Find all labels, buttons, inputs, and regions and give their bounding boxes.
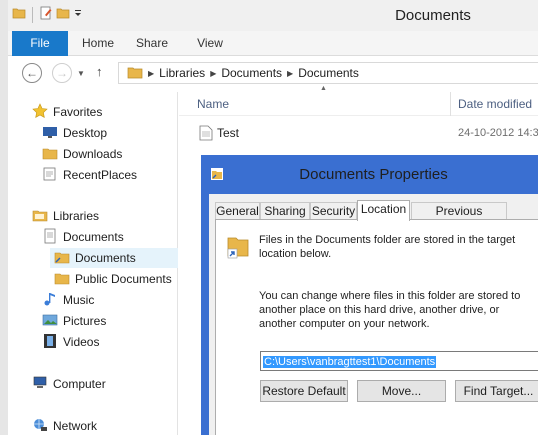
- libraries-icon: [32, 207, 48, 226]
- nav-label: Documents: [63, 230, 124, 244]
- forward-button[interactable]: →: [52, 63, 72, 83]
- nav-desktop[interactable]: Desktop: [42, 123, 107, 143]
- nav-label: Desktop: [63, 126, 108, 140]
- column-header-date-modified[interactable]: Date modified: [458, 97, 532, 111]
- address-bar[interactable]: ▶ Libraries ▶ Documents ▶ Documents: [118, 62, 538, 84]
- location-path-value: C:\Users\vanbragttest1\Documents: [263, 356, 437, 368]
- nav-label: Libraries: [53, 209, 100, 223]
- nav-label: Favorites: [53, 105, 103, 119]
- tab-share[interactable]: Share: [132, 31, 172, 56]
- nav-documents-library[interactable]: Documents: [42, 227, 124, 247]
- recent-places-icon: [42, 166, 58, 185]
- nav-network[interactable]: Network: [32, 416, 97, 435]
- nav-label: Music: [63, 293, 95, 307]
- computer-icon: [32, 375, 48, 394]
- recent-locations-button[interactable]: ▼: [77, 69, 85, 78]
- move-button[interactable]: Move...: [357, 380, 446, 402]
- file-row[interactable]: Test 24-10-2012 14:36: [179, 122, 538, 144]
- breadcrumb-documents-folder[interactable]: Documents: [298, 66, 359, 80]
- tab-security[interactable]: Security: [310, 202, 357, 220]
- location-path-input[interactable]: C:\Users\vanbragttest1\Documents: [260, 351, 538, 371]
- desktop-icon: [42, 124, 58, 143]
- nav-label: Documents: [75, 251, 136, 265]
- folder-shortcut-icon: [226, 232, 250, 263]
- nav-label: Public Documents: [75, 272, 172, 286]
- nav-public-documents[interactable]: Public Documents: [54, 269, 172, 289]
- dialog-body: General Sharing Security Location Previo…: [209, 194, 538, 435]
- file-date-modified: 24-10-2012 14:36: [458, 127, 538, 139]
- nav-libraries[interactable]: Libraries: [32, 206, 99, 226]
- back-button[interactable]: ←: [22, 63, 42, 83]
- column-header-row: Name Date modified: [179, 92, 538, 116]
- text-file-icon: [199, 125, 213, 144]
- documents-library-icon: [42, 228, 58, 247]
- title-bar: Documents: [8, 0, 538, 31]
- library-icon: [127, 65, 143, 82]
- dialog-title: Documents Properties: [299, 166, 448, 183]
- ribbon-tabs: File Home Share View: [8, 31, 538, 56]
- tab-location[interactable]: Location: [357, 200, 410, 221]
- properties-dialog: Documents Properties General Sharing Sec…: [201, 155, 538, 435]
- star-icon: [32, 102, 48, 122]
- window-title: Documents: [395, 7, 471, 24]
- up-button[interactable]: ↑: [96, 64, 103, 79]
- column-divider[interactable]: [450, 92, 451, 116]
- tab-general[interactable]: General: [215, 202, 260, 220]
- nav-music[interactable]: Music: [42, 290, 94, 310]
- column-header-name[interactable]: Name: [197, 97, 229, 111]
- nav-label: RecentPlaces: [63, 168, 138, 182]
- location-instructions: You can change where files in this folde…: [259, 290, 521, 330]
- find-target-button[interactable]: Find Target...: [455, 380, 538, 402]
- network-icon: [32, 417, 48, 435]
- folder-icon: [54, 249, 70, 268]
- nav-favorites[interactable]: Favorites: [32, 102, 102, 122]
- breadcrumb-libraries[interactable]: Libraries: [159, 66, 205, 80]
- navigation-pane: Favorites Desktop Downloads RecentPlaces…: [8, 92, 178, 435]
- breadcrumb-arrow-icon[interactable]: ▶: [210, 69, 216, 78]
- nav-label: Network: [53, 419, 98, 433]
- tab-sharing[interactable]: Sharing: [260, 202, 310, 220]
- nav-downloads[interactable]: Downloads: [42, 144, 122, 164]
- nav-videos[interactable]: Videos: [42, 332, 99, 352]
- nav-documents-folder[interactable]: Documents: [50, 248, 178, 268]
- downloads-folder-icon: [42, 145, 58, 164]
- nav-pictures[interactable]: Pictures: [42, 311, 106, 331]
- nav-recent-places[interactable]: RecentPlaces: [42, 165, 137, 185]
- arrow-right-icon: →: [56, 66, 68, 80]
- folder-icon: [54, 270, 70, 289]
- tab-home[interactable]: Home: [78, 31, 118, 56]
- videos-icon: [42, 333, 58, 352]
- nav-label: Videos: [63, 335, 100, 349]
- breadcrumb-arrow-icon[interactable]: ▶: [148, 69, 154, 78]
- nav-label: Downloads: [63, 147, 123, 161]
- breadcrumb-documents[interactable]: Documents: [221, 66, 282, 80]
- dialog-title-bar[interactable]: Documents Properties: [201, 155, 538, 194]
- nav-label: Computer: [53, 377, 106, 391]
- chevron-down-icon: ▼: [77, 69, 85, 78]
- location-tab-panel: Files in the Documents folder are stored…: [215, 219, 538, 435]
- nav-computer[interactable]: Computer: [32, 374, 106, 394]
- music-icon: [42, 291, 58, 310]
- sort-indicator-icon: ▲: [320, 85, 327, 92]
- file-name: Test: [217, 126, 240, 140]
- tab-file[interactable]: File: [12, 31, 68, 56]
- pictures-icon: [42, 312, 58, 331]
- arrow-left-icon: ←: [26, 66, 38, 80]
- tab-previous-versions[interactable]: Previous Versions: [411, 202, 507, 234]
- explorer-window: Documents File Home Share View ← → ▼ ↑ ▶…: [0, 0, 538, 435]
- tab-view[interactable]: View: [190, 31, 230, 56]
- restore-default-button[interactable]: Restore Default: [260, 380, 348, 402]
- location-description: Files in the Documents folder are stored…: [259, 234, 516, 260]
- arrow-up-icon: ↑: [96, 64, 103, 79]
- nav-label: Pictures: [63, 314, 107, 328]
- breadcrumb-arrow-icon[interactable]: ▶: [287, 69, 293, 78]
- navigation-bar: ← → ▼ ↑ ▶ Libraries ▶ Documents ▶ Docume…: [8, 57, 538, 89]
